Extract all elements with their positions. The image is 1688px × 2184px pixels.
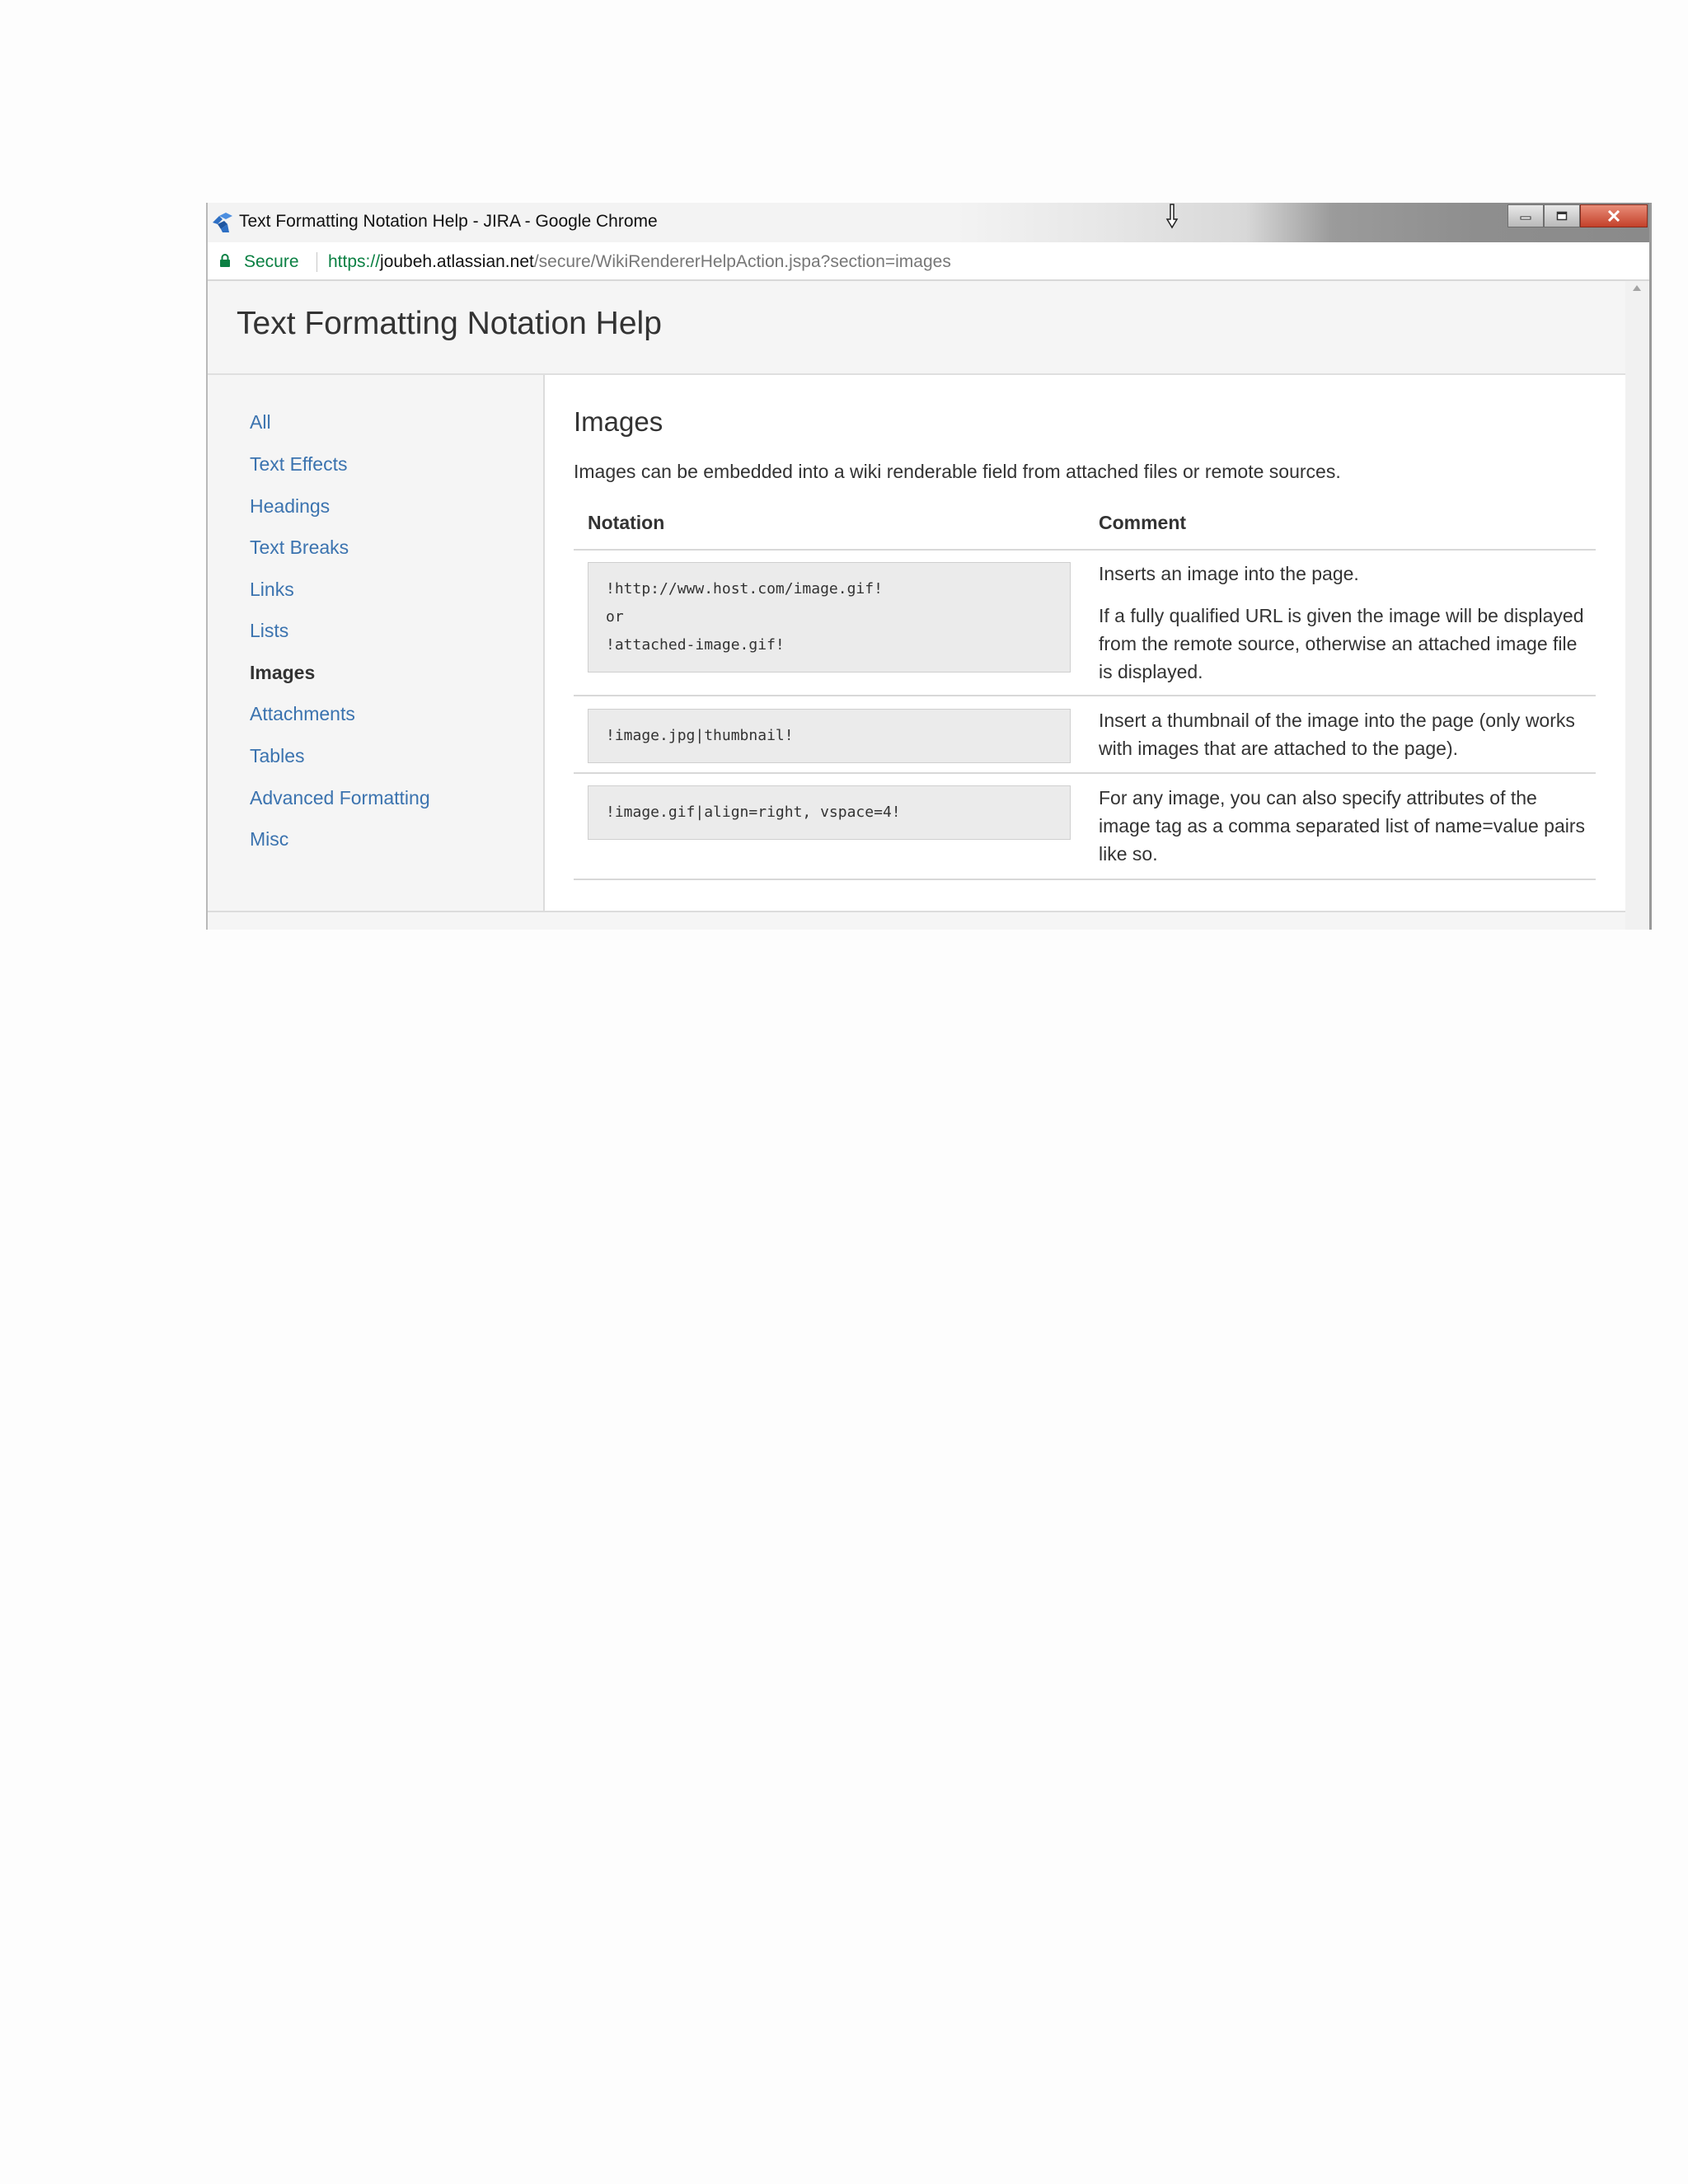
table-bottom-divider <box>574 879 1596 880</box>
address-bar[interactable]: Secure https://joubeh.atlassian.net/secu… <box>208 242 1649 281</box>
notation-code-block[interactable]: !http://www.host.com/image.gif! or !atta… <box>588 562 1071 673</box>
code-line: !http://www.host.com/image.gif! <box>606 580 883 598</box>
maximize-button[interactable] <box>1544 204 1580 227</box>
section-description: Images can be embedded into a wiki rende… <box>574 461 1341 482</box>
lock-icon <box>220 254 230 267</box>
scroll-up-arrow-icon[interactable] <box>1633 285 1641 291</box>
sidebar-item-tables[interactable]: Tables <box>250 745 304 767</box>
sidebar-item-links[interactable]: Links <box>250 579 294 601</box>
close-button[interactable] <box>1580 204 1648 227</box>
sidebar-nav: All Text Effects Headings Text Breaks Li… <box>208 375 545 911</box>
table-row-divider <box>574 772 1596 774</box>
code-line: !attached-image.gif! <box>606 636 785 654</box>
code-line: !image.jpg|thumbnail! <box>606 727 794 744</box>
sidebar-item-misc[interactable]: Misc <box>250 828 288 851</box>
sidebar-item-images[interactable]: Images <box>250 662 315 684</box>
close-icon <box>1607 210 1620 222</box>
window-titlebar[interactable]: Text Formatting Notation Help - JIRA - G… <box>208 203 1649 243</box>
help-content: Images Images can be embedded into a wik… <box>545 375 1625 911</box>
comment-text: If a fully qualified URL is given the im… <box>1099 605 1584 682</box>
sidebar-item-headings[interactable]: Headings <box>250 495 330 518</box>
comment-cell: Inserts an image into the page. If a ful… <box>1099 560 1585 686</box>
sidebar-item-advanced-formatting[interactable]: Advanced Formatting <box>250 787 430 809</box>
maximize-icon <box>1556 211 1568 221</box>
vertical-scrollbar[interactable] <box>1625 281 1649 930</box>
help-page: Text Formatting Notation Help All Text E… <box>208 281 1625 930</box>
page-title: Text Formatting Notation Help <box>237 306 662 341</box>
minimize-button[interactable] <box>1507 204 1544 227</box>
url-scheme: https:// <box>328 252 381 271</box>
comment-cell: For any image, you can also specify attr… <box>1099 784 1585 868</box>
table-row-divider <box>574 695 1596 696</box>
code-line: !image.gif|align=right, vspace=4! <box>606 804 901 821</box>
page-header: Text Formatting Notation Help <box>208 281 1625 375</box>
secure-label: Secure <box>244 252 299 271</box>
notation-code-block[interactable]: !image.gif|align=right, vspace=4! <box>588 785 1071 840</box>
url-text[interactable]: https://joubeh.atlassian.net/secure/Wiki… <box>328 252 951 272</box>
page-footer <box>208 911 1625 930</box>
sidebar-item-text-breaks[interactable]: Text Breaks <box>250 537 349 559</box>
notation-column-header: Notation <box>588 512 665 533</box>
code-line: or <box>606 608 624 626</box>
window-controls <box>1507 204 1648 227</box>
sidebar-item-lists[interactable]: Lists <box>250 620 288 642</box>
minimize-icon <box>1520 216 1531 220</box>
sidebar-item-text-effects[interactable]: Text Effects <box>250 453 347 476</box>
comment-text: Insert a thumbnail of the image into the… <box>1099 710 1575 759</box>
url-path: /secure/WikiRendererHelpAction.jspa?sect… <box>533 252 951 271</box>
sidebar-item-all[interactable]: All <box>250 411 271 434</box>
comment-text: For any image, you can also specify attr… <box>1099 787 1586 865</box>
url-host: joubeh.atlassian.net <box>380 252 534 271</box>
notation-code-block[interactable]: !image.jpg|thumbnail! <box>588 709 1071 763</box>
window-title: Text Formatting Notation Help - JIRA - G… <box>239 212 658 231</box>
comment-column-header: Comment <box>1099 512 1187 533</box>
browser-window: Text Formatting Notation Help - JIRA - G… <box>206 203 1652 930</box>
comment-text: Inserts an image into the page. <box>1099 563 1359 584</box>
jira-app-icon <box>213 213 232 232</box>
sidebar-item-attachments[interactable]: Attachments <box>250 703 355 725</box>
mouse-cursor-icon <box>1165 204 1179 229</box>
address-separator <box>316 252 317 272</box>
table-header-divider <box>574 549 1596 551</box>
comment-cell: Insert a thumbnail of the image into the… <box>1099 706 1585 762</box>
section-title: Images <box>574 406 663 437</box>
